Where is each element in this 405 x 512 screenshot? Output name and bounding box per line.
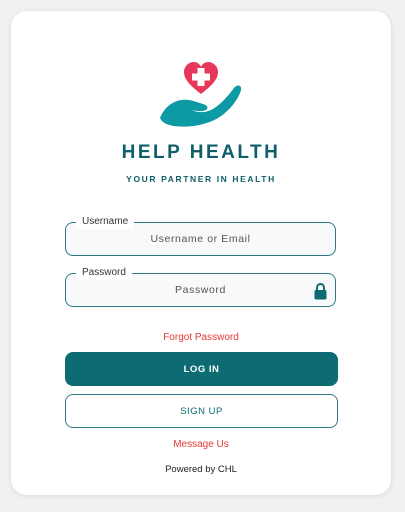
hand-heart-icon [160, 62, 242, 127]
login-card: HELP HEALTH YOUR PARTNER IN HEALTH Usern… [11, 11, 391, 495]
username-input[interactable] [66, 223, 335, 255]
password-input[interactable] [66, 274, 335, 306]
forgot-password-link[interactable]: Forgot Password [11, 332, 391, 343]
lock-icon[interactable] [314, 283, 327, 300]
brand-tagline: YOUR PARTNER IN HEALTH [126, 174, 276, 184]
signup-button[interactable]: SIGN UP [65, 394, 338, 428]
password-field[interactable]: Password [65, 266, 336, 307]
username-field[interactable]: Username [65, 215, 336, 256]
message-us-link[interactable]: Message Us [11, 439, 391, 450]
login-button[interactable]: LOG IN [65, 352, 338, 386]
brand-title: HELP HEALTH [121, 142, 281, 163]
powered-by-text: Powered by CHL [165, 464, 237, 475]
